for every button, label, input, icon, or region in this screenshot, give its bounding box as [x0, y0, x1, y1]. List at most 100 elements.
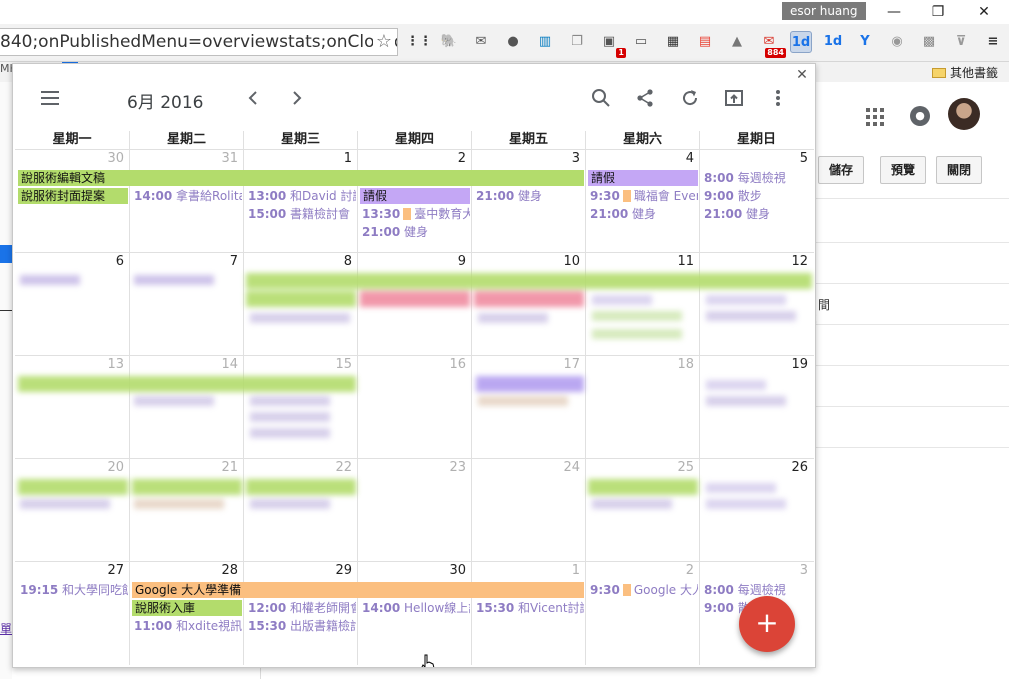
search-icon[interactable]	[589, 86, 613, 110]
day-cell[interactable]: 20	[15, 459, 129, 562]
window-icon[interactable]: ▣ 1	[598, 31, 626, 58]
weekday-label: 星期六	[585, 131, 699, 149]
timed-event[interactable]: 11:00 和xdite視訊會	[134, 618, 242, 634]
gmail-icon[interactable]: ✉ 884	[758, 31, 786, 58]
timed-event[interactable]: 9:30 職福會 Ever	[590, 188, 698, 204]
timed-event[interactable]: 13:30 臺中數育大	[362, 206, 470, 222]
y-icon[interactable]: Y	[854, 31, 876, 53]
pocket-icon[interactable]: ⊽	[950, 31, 972, 53]
background-divider	[0, 310, 12, 311]
save-button[interactable]: 儲存	[818, 156, 865, 184]
day-number: 29	[335, 563, 352, 578]
day-cell[interactable]: 7	[129, 253, 243, 356]
profile-name-chip[interactable]: esor huang	[782, 2, 866, 20]
evernote-icon[interactable]: 🐘	[438, 31, 460, 53]
timed-event[interactable]: 21:00 健身	[476, 188, 584, 204]
day-cell[interactable]: 19	[699, 356, 813, 459]
timed-event[interactable]: 21:00 健身	[590, 206, 698, 222]
address-bar[interactable]: 840;onPublishedMenu=overviewstats;onClos…	[0, 28, 398, 56]
day-cell[interactable]: 24	[471, 459, 585, 562]
drive-upload-icon[interactable]: ▲	[726, 31, 748, 53]
day-cell[interactable]: 15	[243, 356, 357, 459]
day-cell[interactable]: 23	[357, 459, 471, 562]
timed-event[interactable]: 9:30 Google 大人	[590, 582, 698, 598]
minimize-button[interactable]: —	[874, 2, 914, 22]
inbox-icon[interactable]: ✉	[470, 31, 492, 53]
background-link-fragment[interactable]: 單	[0, 620, 12, 637]
timed-event[interactable]: 15:30 出版書籍檢討	[248, 618, 356, 634]
color-palette-icon[interactable]: ▤	[694, 31, 716, 53]
globe-icon[interactable]: ◉	[886, 31, 908, 53]
timed-event[interactable]: 14:00 拿書給Rolita	[134, 188, 242, 204]
tiles-icon[interactable]: ▩	[918, 31, 940, 53]
day-cell[interactable]: 17	[471, 356, 585, 459]
timed-event[interactable]: 21:00 健身	[362, 224, 470, 240]
copy-icon[interactable]: ❐	[566, 31, 588, 53]
timed-event[interactable]: 15:30 和Vicent討論	[476, 600, 584, 616]
allday-event-bar[interactable]: Google 大人學準備	[132, 582, 584, 598]
calendar-1d-icon[interactable]: 1d	[790, 31, 812, 53]
other-bookmarks-folder[interactable]: 其他書籤	[932, 64, 998, 81]
timed-event[interactable]: 9:00 散步	[704, 188, 812, 204]
day-number: 11	[677, 254, 694, 269]
day-cell[interactable]: 21	[129, 459, 243, 562]
next-month-chevron-icon[interactable]	[285, 86, 309, 110]
timed-event[interactable]: 8:00 每週檢視	[704, 170, 812, 186]
allday-event-bar[interactable]: 說服術封面提案	[18, 188, 128, 204]
timed-event[interactable]: 13:00 和David 討論	[248, 188, 356, 204]
share-icon[interactable]	[633, 86, 657, 110]
menu-hamburger-icon[interactable]	[41, 91, 59, 105]
allday-event-bar[interactable]: 說服術編輯文稿	[18, 170, 584, 186]
day-cell[interactable]: 22	[243, 459, 357, 562]
avatar[interactable]	[948, 98, 980, 130]
blurred-event-bar	[592, 499, 672, 509]
restore-button[interactable]: ❐	[918, 2, 958, 22]
day-cell[interactable]: 14	[129, 356, 243, 459]
trello-icon[interactable]: ▥	[534, 31, 556, 53]
day-cell[interactable]: 6	[15, 253, 129, 356]
film-icon[interactable]: ▦	[662, 31, 684, 53]
allday-event-bar[interactable]: 請假	[360, 188, 470, 204]
close-window-button[interactable]: ✕	[964, 2, 1004, 22]
day-cell[interactable]: 26	[699, 459, 813, 562]
day-cell[interactable]: 25	[585, 459, 699, 562]
apps-grid-icon[interactable]: ⋮⋮	[406, 31, 432, 53]
add-event-button[interactable]: +	[739, 596, 795, 652]
bookmark-star-icon[interactable]: ☆	[373, 29, 395, 55]
day-cell[interactable]: 27	[15, 562, 129, 665]
day-cell[interactable]: 18	[585, 356, 699, 459]
timed-event[interactable]: 19:15 和大學同吃飯	[20, 582, 128, 598]
timed-event[interactable]: 14:00 Hellow線上訪	[362, 600, 470, 616]
day-cell[interactable]: 2	[585, 562, 699, 665]
more-options-icon[interactable]	[766, 86, 790, 110]
notifications-bell-icon[interactable]: ●	[910, 106, 930, 126]
cast-icon[interactable]: ▭	[630, 31, 652, 53]
apps-launcher-icon[interactable]	[866, 108, 884, 126]
chrome-menu-icon[interactable]: ≡	[982, 31, 1004, 53]
blurred-event-bar	[478, 396, 568, 406]
keep-bulb-icon[interactable]: ●	[502, 31, 524, 53]
refresh-icon[interactable]	[678, 86, 702, 110]
allday-event-bar[interactable]: 請假	[588, 170, 698, 186]
timed-event[interactable]: 8:00 每週檢視	[704, 582, 812, 598]
background-blue-marker	[0, 245, 12, 263]
allday-event-bar[interactable]: 說服術入庫	[132, 600, 242, 616]
open-in-tab-icon[interactable]	[722, 86, 746, 110]
preview-button[interactable]: 預覽	[880, 156, 927, 184]
blurred-event-bar	[20, 275, 80, 285]
prev-month-chevron-icon[interactable]	[241, 86, 265, 110]
timed-event[interactable]: 12:00 和權老師開會	[248, 600, 356, 616]
close-page-button[interactable]: 關閉	[936, 156, 983, 184]
blurred-event-bar	[588, 479, 698, 495]
timed-event[interactable]: 15:00 書籍檢討會	[248, 206, 356, 222]
day-number: 15	[335, 357, 352, 372]
blurred-event-bar	[134, 396, 214, 406]
timed-event[interactable]: 21:00 健身	[704, 206, 812, 222]
other-bookmarks-label: 其他書籤	[950, 66, 999, 80]
day-cell[interactable]: 16	[357, 356, 471, 459]
day-number: 31	[221, 151, 238, 166]
calendar-1d-alt-icon[interactable]: 1d	[822, 31, 844, 53]
day-cell[interactable]: 13	[15, 356, 129, 459]
blurred-event-bar	[250, 396, 330, 406]
blurred-event-bar	[706, 396, 786, 406]
